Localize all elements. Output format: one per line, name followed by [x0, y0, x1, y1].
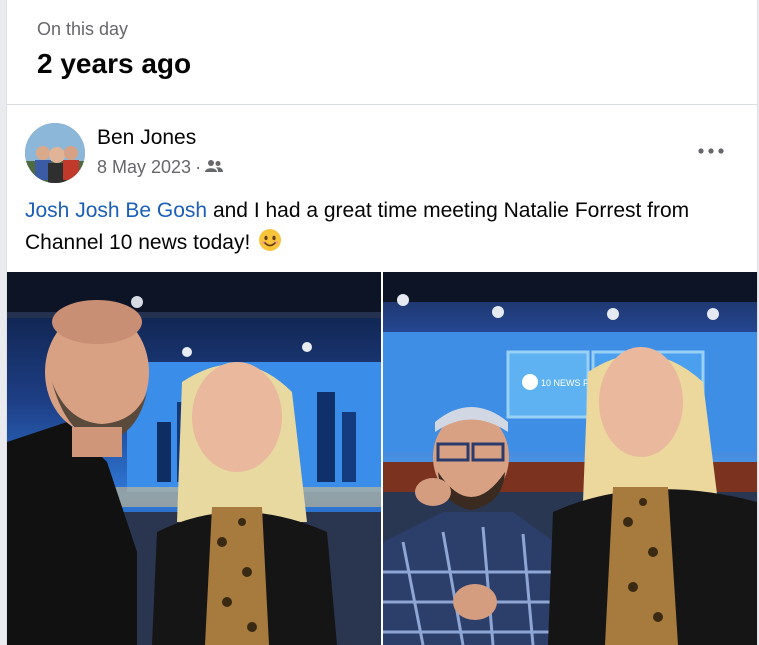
- studio-selfie-photo-2[interactable]: 10 NEWS FIRST: [383, 272, 757, 645]
- avatar-image: [25, 123, 85, 183]
- memory-header: On this day 2 years ago: [7, 0, 757, 105]
- post-text-line1: and I had a great time meeting Natalie F…: [207, 199, 690, 222]
- author-name[interactable]: Ben Jones: [97, 126, 196, 150]
- post-meta: 8 May 2023 ·: [97, 157, 224, 178]
- meta-separator: ·: [195, 157, 202, 177]
- memory-label: On this day: [37, 19, 129, 39]
- memory-card: On this day 2 years ago Ben Jones 8 May …: [6, 0, 758, 645]
- studio-selfie-photo-1[interactable]: [7, 272, 381, 645]
- more-options-button[interactable]: [691, 136, 731, 166]
- smiling-face-icon: [258, 228, 282, 262]
- post-text-line2: Channel 10 news today!: [25, 231, 251, 254]
- more-options-icon: [698, 148, 724, 154]
- avatar[interactable]: [25, 123, 85, 183]
- friends-icon: [205, 157, 224, 178]
- mention-link[interactable]: Josh Josh Be Gosh: [25, 199, 207, 222]
- post-date[interactable]: 8 May 2023: [97, 157, 191, 178]
- memory-title: 2 years ago: [37, 48, 192, 79]
- post-text: Josh Josh Be Gosh and I had a great time…: [25, 195, 745, 262]
